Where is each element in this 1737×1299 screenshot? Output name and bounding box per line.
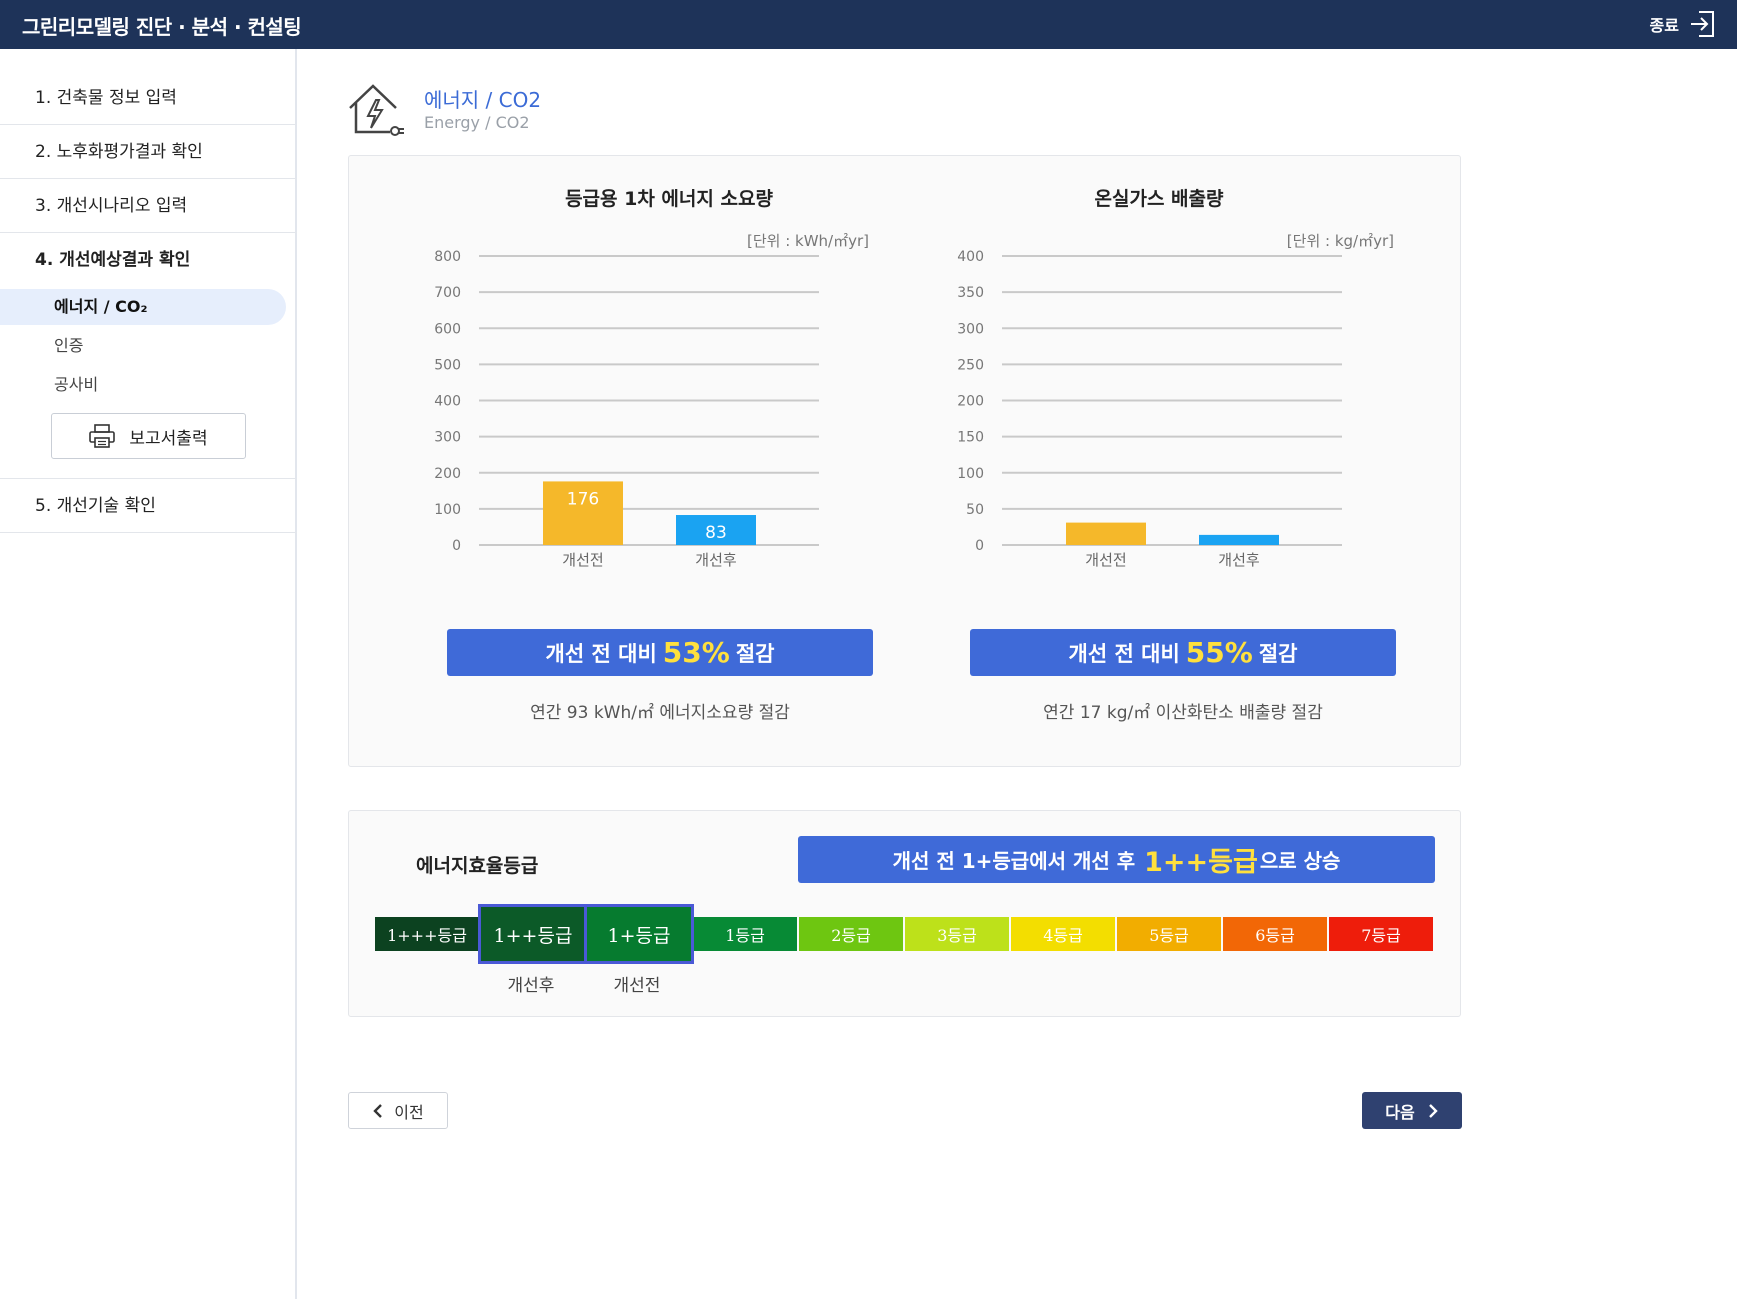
- co2-annual-saving: 연간 17 kg/㎡ 이산화탄소 배출량 절감: [1043, 703, 1323, 723]
- y-tick-label: 300: [957, 321, 984, 337]
- y-tick-label: 500: [434, 357, 461, 373]
- sidebar-subitem-construction-cost[interactable]: 공사비: [0, 367, 286, 403]
- exit-label: 종료: [1649, 16, 1679, 35]
- grade-cell: 1등급: [693, 917, 797, 951]
- bar-개선후: [1199, 534, 1279, 545]
- y-tick-label: 200: [957, 394, 984, 410]
- report-print-button[interactable]: 보고서출력: [51, 413, 246, 459]
- grade-cell: 1+++등급: [375, 917, 479, 951]
- top-bar: 그린리모델링 진단 · 분석 · 컨설팅 종료: [0, 0, 1737, 49]
- exit-icon: [1691, 11, 1714, 37]
- house-energy-icon: [349, 84, 404, 136]
- grade-change-banner: 개선 전 1+등급에서 개선 후 1++등급 으로 상승: [798, 836, 1435, 883]
- grade-cell: 3등급: [905, 917, 1009, 951]
- printer-icon: [89, 424, 116, 448]
- y-tick-label: 50: [966, 502, 984, 518]
- grade-title: 에너지효율등급: [416, 855, 539, 877]
- grade-cell: 5등급: [1117, 917, 1221, 951]
- y-tick-label: 150: [957, 430, 984, 446]
- energy-bar-chart: 0 100 200 300 400 500 600 700 800 176 개선전 83 개선후: [434, 249, 819, 569]
- sidebar-item-expected-results[interactable]: 4. 개선예상결과 확인: [0, 233, 297, 287]
- y-tick-label: 250: [957, 357, 984, 373]
- charts-panel: 등급용 1차 에너지 소요량 [단위 : kWh/㎡yr] 0 100 200 300…: [348, 155, 1461, 767]
- grade-banner-after: 으로 상승: [1259, 849, 1341, 873]
- grade-cell: 1++등급: [478, 904, 588, 964]
- chevron-right-icon: [1428, 1103, 1438, 1118]
- sidebar-subitem-energy-co2[interactable]: 에너지 / CO₂: [0, 289, 286, 325]
- bar-data-label: 83: [705, 523, 727, 543]
- y-tick-label: 800: [434, 249, 461, 265]
- energy-saving-suffix: 절감: [735, 641, 775, 666]
- grade-cell: 2등급: [799, 917, 903, 951]
- grade-banner-highlight: 1++등급: [1144, 847, 1258, 878]
- y-tick-label: 100: [957, 466, 984, 482]
- sidebar-item-building-info[interactable]: 1. 건축물 정보 입력: [0, 71, 297, 125]
- grade-cell: 6등급: [1223, 917, 1327, 951]
- y-tick-label: 200: [434, 466, 461, 482]
- co2-saving-prefix: 개선 전 대비: [1068, 641, 1180, 666]
- grade-banner-before: 개선 전 1+등급에서 개선 후: [892, 849, 1136, 873]
- exit-button[interactable]: 종료: [1650, 10, 1715, 38]
- energy-grade-panel: 에너지효율등급 개선 전 1+등급에서 개선 후 1++등급 으로 상승 1+++…: [348, 810, 1461, 1017]
- grade-after-label: 개선후: [507, 976, 555, 996]
- y-tick-label: 400: [957, 249, 984, 265]
- grade-cell: 7등급: [1329, 917, 1433, 951]
- bar-data-label: 176: [567, 489, 599, 509]
- sidebar-item-scenario-input[interactable]: 3. 개선시나리오 입력: [0, 179, 297, 233]
- x-tick-label: 개선전: [562, 551, 603, 569]
- grade-scale: 1+++등급 1++등급 1+등급 1등급 2등급 3등급 4등급 5등급 6등급 7등급: [375, 904, 1433, 964]
- y-tick-label: 300: [434, 430, 461, 446]
- energy-chart-title: 등급용 1차 에너지 소요량: [565, 188, 773, 210]
- app-title: 그린리모델링 진단 · 분석 · 컨설팅: [22, 15, 302, 39]
- co2-saving-percent: 55%: [1185, 636, 1253, 669]
- prev-button[interactable]: 이전: [348, 1092, 448, 1129]
- sidebar-subitem-certification[interactable]: 인증: [0, 328, 286, 364]
- sidebar-item-improvement-tech[interactable]: 5. 개선기술 확인: [0, 479, 297, 533]
- co2-bar-chart: 0 50 100 150 200 250 300 350 400 개선전 개선후: [957, 249, 1342, 569]
- section-title: 에너지 / CO2: [424, 88, 542, 112]
- grade-before-label: 개선전: [613, 976, 661, 996]
- section-subtitle: Energy / CO2: [424, 113, 530, 132]
- bar-개선전: [1066, 522, 1146, 545]
- energy-saving-prefix: 개선 전 대비: [545, 641, 657, 666]
- x-tick-label: 개선후: [1218, 551, 1260, 569]
- report-print-label: 보고서출력: [129, 428, 208, 449]
- sidebar: 1. 건축물 정보 입력 2. 노후화평가결과 확인 3. 개선시나리오 입력 …: [0, 49, 297, 1299]
- y-tick-label: 700: [434, 285, 461, 301]
- next-button[interactable]: 다음: [1362, 1092, 1462, 1129]
- next-label: 다음: [1385, 1102, 1415, 1122]
- co2-saving-suffix: 절감: [1258, 641, 1298, 666]
- y-tick-label: 100: [434, 502, 461, 518]
- y-tick-label: 0: [975, 538, 984, 554]
- x-tick-label: 개선후: [695, 551, 737, 569]
- x-tick-label: 개선전: [1085, 551, 1126, 569]
- grade-cell: 4등급: [1011, 917, 1115, 951]
- chevron-left-icon: [373, 1103, 383, 1118]
- grade-cell: 1+등급: [584, 904, 694, 964]
- co2-chart-title: 온실가스 배출량: [1094, 188, 1224, 210]
- co2-saving-banner: 개선 전 대비 55% 절감: [970, 629, 1396, 676]
- prev-label: 이전: [394, 1102, 424, 1122]
- y-tick-label: 400: [434, 394, 461, 410]
- y-tick-label: 600: [434, 321, 461, 337]
- energy-saving-percent: 53%: [662, 636, 730, 669]
- y-tick-label: 0: [452, 538, 461, 554]
- sidebar-item-aging-evaluation[interactable]: 2. 노후화평가결과 확인: [0, 125, 297, 179]
- energy-saving-banner: 개선 전 대비 53% 절감: [447, 629, 873, 676]
- y-tick-label: 350: [957, 285, 984, 301]
- energy-annual-saving: 연간 93 kWh/㎡ 에너지소요량 절감: [530, 703, 790, 723]
